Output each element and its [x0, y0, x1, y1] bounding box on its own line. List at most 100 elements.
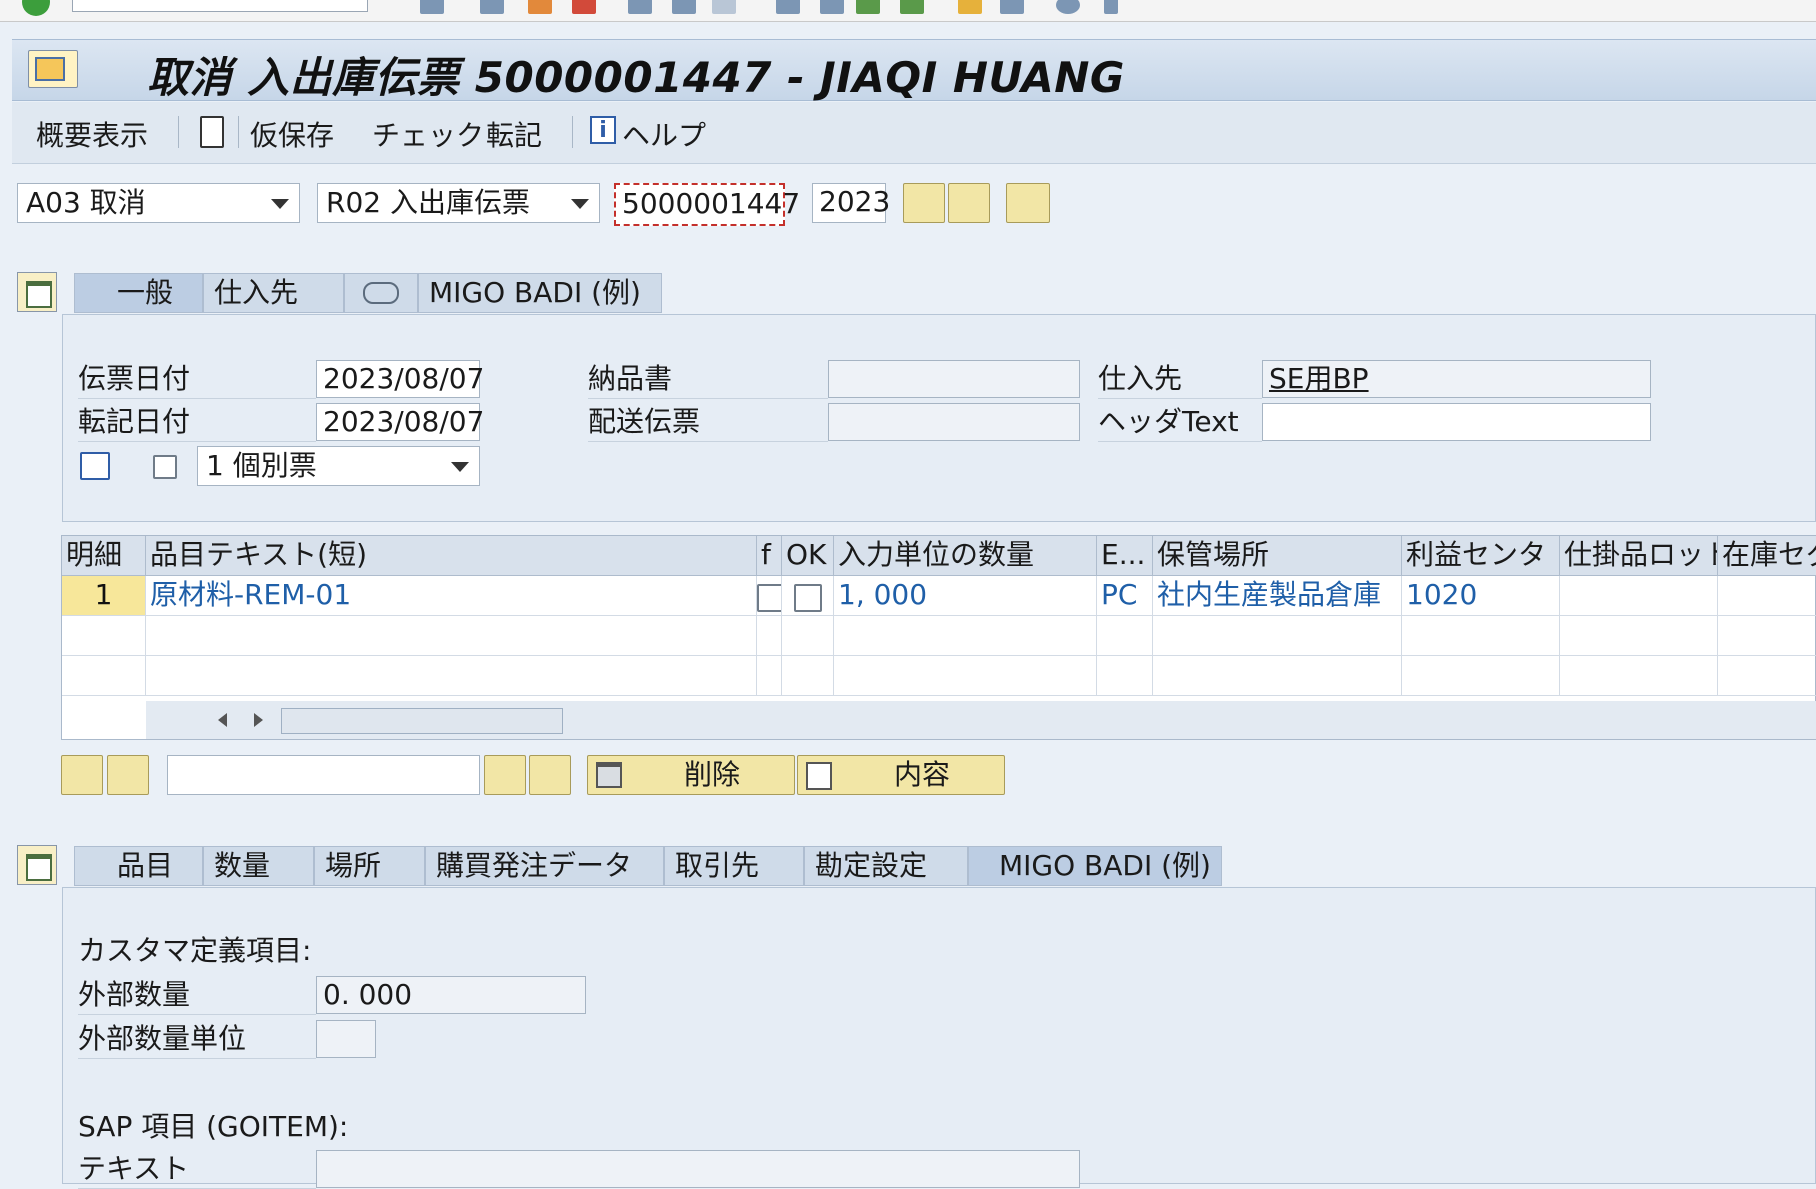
empty-cell[interactable]	[1097, 656, 1153, 696]
cell[interactable]	[1560, 576, 1718, 616]
empty-cell[interactable]	[1560, 656, 1718, 696]
tab-partner[interactable]: 取引先	[664, 846, 804, 886]
expand-all-icon[interactable]	[61, 755, 103, 795]
enter-icon[interactable]	[22, 0, 50, 16]
empty-cell[interactable]	[1402, 616, 1560, 656]
doc-date-input[interactable]: 2023/08/07	[316, 360, 484, 398]
cell[interactable]	[1718, 576, 1816, 616]
bill-of-lading-input[interactable]	[828, 403, 1080, 441]
ext-qty-input[interactable]: 0. 000	[316, 976, 586, 1014]
empty-cell[interactable]	[1097, 616, 1153, 656]
column-header[interactable]: f	[757, 536, 782, 576]
scroll-thumb[interactable]	[281, 708, 563, 734]
find-input[interactable]	[167, 755, 480, 795]
binoculars-icon[interactable]	[948, 183, 990, 223]
tab-partners[interactable]	[344, 273, 418, 313]
empty-cell[interactable]	[146, 656, 757, 696]
tab-material[interactable]: 品目	[74, 846, 203, 886]
layout-icon[interactable]	[1104, 0, 1118, 14]
column-header[interactable]: E...	[1097, 536, 1153, 576]
empty-cell[interactable]	[1402, 656, 1560, 696]
tab-account-assignment[interactable]: 勘定設定	[804, 846, 968, 886]
contents-button[interactable]: 内容	[797, 755, 1005, 795]
back-icon[interactable]	[480, 0, 504, 14]
command-field[interactable]	[72, 0, 368, 12]
tab-general[interactable]: 一般	[74, 273, 203, 313]
vendor-input[interactable]: SE用BP	[1262, 360, 1651, 398]
tab-quantity[interactable]: 数量	[203, 846, 314, 886]
delete-button[interactable]: 削除	[587, 755, 795, 795]
empty-cell[interactable]	[62, 616, 146, 656]
unit-cell[interactable]: PC	[1097, 576, 1153, 616]
doc-number-input[interactable]: 5000001447	[614, 183, 800, 226]
post-date-input[interactable]: 2023/08/07	[316, 403, 484, 441]
empty-cell[interactable]	[1718, 616, 1816, 656]
tab-migo-badi[interactable]: MIGO BADI (例)	[418, 273, 662, 313]
overview-button[interactable]: 概要表示	[36, 114, 148, 154]
find-icon[interactable]	[672, 0, 696, 14]
row-checkbox[interactable]	[757, 584, 781, 612]
empty-cell[interactable]	[1718, 656, 1816, 696]
row-line-number[interactable]: 1	[62, 576, 146, 616]
empty-cell[interactable]	[757, 616, 782, 656]
empty-cell[interactable]	[1153, 656, 1402, 696]
year-input[interactable]: 2023	[812, 183, 890, 223]
help-circle-icon[interactable]	[1056, 0, 1080, 14]
printer-icon[interactable]	[80, 452, 110, 480]
empty-cell[interactable]	[782, 616, 834, 656]
shortcut-icon[interactable]	[1000, 0, 1024, 14]
next-page-icon[interactable]	[856, 0, 880, 14]
binoculars-icon[interactable]	[484, 755, 526, 795]
ok-checkbox[interactable]	[794, 584, 822, 612]
horizontal-scrollbar[interactable]	[146, 701, 1816, 739]
find-next-icon[interactable]	[529, 755, 571, 795]
cancel-icon[interactable]	[572, 0, 596, 14]
last-page-icon[interactable]	[900, 0, 924, 14]
empty-cell[interactable]	[146, 616, 757, 656]
quantity-cell[interactable]: 1, 000	[834, 576, 1097, 616]
column-header[interactable]: 仕掛品ロット	[1560, 536, 1718, 576]
print-icon[interactable]	[628, 0, 652, 14]
column-header[interactable]: 利益センタ	[1402, 536, 1560, 576]
hold-button[interactable]: 仮保存	[250, 114, 334, 154]
first-page-icon[interactable]	[776, 0, 800, 14]
empty-cell[interactable]	[62, 656, 146, 696]
empty-cell[interactable]	[757, 656, 782, 696]
new-document-icon[interactable]	[200, 116, 224, 148]
profit-center-cell[interactable]: 1020	[1402, 576, 1560, 616]
print-checkbox[interactable]	[153, 455, 177, 479]
header-toggle-icon[interactable]	[17, 272, 57, 312]
tab-purchase-order-data[interactable]: 購買発注データ	[425, 846, 664, 886]
material-text-cell[interactable]: 原材料-REM-01	[146, 576, 757, 616]
print-option-select[interactable]: 1 個別票	[197, 446, 480, 486]
column-header[interactable]: 品目テキスト(短)	[146, 536, 757, 576]
tab-vendor[interactable]: 仕入先	[203, 273, 344, 313]
layout-table-icon[interactable]	[1006, 183, 1050, 223]
info-icon[interactable]: i	[590, 116, 616, 144]
new-session-icon[interactable]	[958, 0, 982, 14]
empty-cell[interactable]	[1153, 616, 1402, 656]
reference-select[interactable]: R02 入出庫伝票	[317, 183, 600, 223]
empty-cell[interactable]	[782, 656, 834, 696]
empty-cell[interactable]	[1560, 616, 1718, 656]
find-next-icon[interactable]	[712, 0, 736, 14]
delivery-note-input[interactable]	[828, 360, 1080, 398]
column-header[interactable]: 入力単位の数量	[834, 536, 1097, 576]
post-button[interactable]: 転記	[486, 114, 542, 154]
scroll-left-icon[interactable]	[218, 713, 227, 727]
column-header[interactable]: 在庫セグ	[1718, 536, 1816, 576]
tab-where[interactable]: 場所	[314, 846, 425, 886]
column-header[interactable]: OK	[782, 536, 834, 576]
save-icon[interactable]	[420, 0, 444, 14]
empty-cell[interactable]	[834, 616, 1097, 656]
prev-page-icon[interactable]	[820, 0, 844, 14]
transaction-icon[interactable]	[28, 50, 78, 88]
exit-icon[interactable]	[528, 0, 552, 14]
action-select[interactable]: A03 取消	[17, 183, 300, 223]
storage-location-cell[interactable]: 社内生産製品倉庫	[1153, 576, 1402, 616]
collapse-all-icon[interactable]	[107, 755, 149, 795]
tab-migo-badi[interactable]: MIGO BADI (例)	[968, 846, 1222, 886]
empty-cell[interactable]	[834, 656, 1097, 696]
ext-unit-input[interactable]	[316, 1020, 376, 1058]
scroll-right-icon[interactable]	[254, 713, 263, 727]
